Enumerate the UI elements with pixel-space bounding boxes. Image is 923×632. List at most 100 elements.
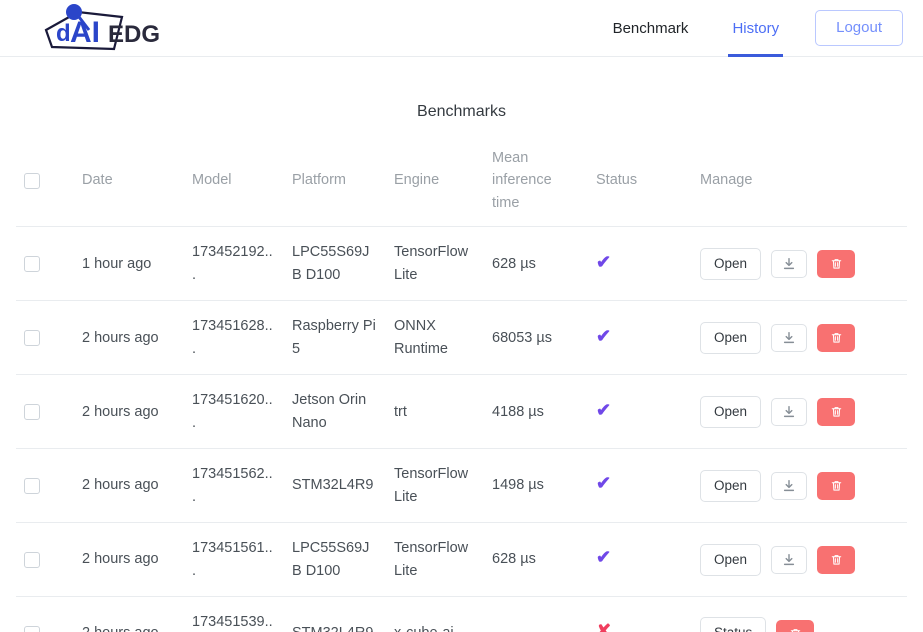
delete-button[interactable]: [817, 471, 856, 500]
cell-engine: trt: [386, 374, 484, 450]
cell-manage: Open: [692, 522, 907, 598]
nav-links: Benchmark History Logout: [591, 0, 909, 57]
status-success-icon: ✔: [596, 399, 612, 420]
cell-status: ✔: [588, 374, 692, 450]
trash-icon: [789, 627, 802, 632]
row-select-cell: [16, 596, 74, 632]
delete-button[interactable]: [817, 545, 856, 574]
cell-status: ✔: [588, 522, 692, 598]
manage-actions: Status: [700, 617, 899, 632]
download-button[interactable]: [771, 397, 808, 426]
delete-button[interactable]: [776, 619, 815, 632]
manage-actions: Open: [700, 543, 899, 576]
open-button[interactable]: Open: [700, 543, 762, 576]
open-button[interactable]: Open: [700, 395, 762, 428]
cell-model: 173452192...: [184, 226, 284, 302]
row-select-cell: [16, 300, 74, 376]
table-row: 2 hours ago173451539...STM32L4R9x-cube-a…: [16, 596, 907, 632]
cell-status: ✘: [588, 596, 692, 632]
table-body: 1 hour ago 173452192... LPC55S69JB D100 Ten…: [16, 226, 907, 632]
cell-model: 173451628...: [184, 300, 284, 376]
cell-model: 173451620...: [184, 374, 284, 450]
column-header-status: Status: [588, 137, 692, 228]
row-select-cell: [16, 374, 74, 450]
delete-button[interactable]: [817, 323, 856, 352]
row-checkbox[interactable]: [24, 551, 40, 568]
table-header: Date Model Platform Engine Mean inferenc…: [16, 137, 907, 228]
manage-actions: Open: [700, 395, 899, 428]
cell-mean-inference-time: 628 µs: [484, 226, 588, 302]
cell-platform: LPC55S69JB D100: [284, 226, 386, 302]
manage-actions: Open: [700, 469, 899, 502]
download-button[interactable]: [771, 471, 808, 500]
svg-text:EDGE: EDGE: [108, 21, 159, 48]
table-row: 1 hour ago 173452192... LPC55S69JB D100 Ten…: [16, 226, 907, 302]
open-button[interactable]: Open: [700, 469, 762, 502]
status-failure-icon: ✘: [596, 621, 612, 632]
cell-date: 2 hours ago: [74, 596, 184, 632]
delete-button[interactable]: [817, 397, 856, 426]
cell-manage: Open: [692, 226, 907, 302]
table-row: 2 hours ago 173451628... Raspberry Pi 5 ONN…: [16, 300, 907, 376]
cell-model: 173451539...: [184, 596, 284, 632]
row-checkbox[interactable]: [24, 477, 40, 494]
status-success-icon: ✔: [596, 325, 612, 346]
column-header-model: Model: [184, 137, 284, 228]
download-icon: [782, 405, 796, 419]
open-button[interactable]: Open: [700, 247, 762, 280]
table-row: 2 hours ago 173451561... LPC55S69JB D100 Te…: [16, 522, 907, 598]
cell-mean-inference-time: 68053 µs: [484, 300, 588, 376]
cell-mean-inference-time: 628 µs: [484, 522, 588, 598]
trash-icon: [830, 405, 843, 419]
svg-text:AI: AI: [70, 16, 100, 49]
download-button[interactable]: [771, 545, 808, 574]
cell-mean-inference-time: 4188 µs: [484, 374, 588, 450]
trash-icon: [830, 257, 843, 271]
column-header-mean-inference-time: Mean inference time: [484, 137, 588, 228]
brand-logo[interactable]: d AI EDGE: [34, 0, 159, 57]
download-button[interactable]: [771, 249, 808, 278]
nav-item-history[interactable]: History: [710, 0, 801, 57]
cell-model: 173451561...: [184, 522, 284, 598]
page-title: Benchmarks: [417, 103, 506, 120]
column-header-manage: Manage: [692, 137, 907, 228]
cell-date: 2 hours ago: [74, 522, 184, 598]
cell-engine: TensorFlow Lite: [386, 226, 484, 302]
row-checkbox[interactable]: [24, 255, 40, 272]
manage-actions: Open: [700, 321, 899, 354]
cell-platform: Raspberry Pi 5: [284, 300, 386, 376]
manage-actions: Open: [700, 247, 899, 280]
row-checkbox[interactable]: [24, 329, 40, 346]
select-all-checkbox[interactable]: [24, 172, 40, 189]
download-icon: [782, 257, 796, 271]
status-button[interactable]: Status: [700, 617, 767, 632]
status-success-icon: ✔: [596, 547, 612, 568]
cell-platform: Jetson Orin Nano: [284, 374, 386, 450]
cell-engine: TensorFlow Lite: [386, 522, 484, 598]
daiedge-logo-icon: d AI EDGE: [44, 4, 159, 51]
row-select-cell: [16, 522, 74, 598]
cell-mean-inference-time: 1498 µs: [484, 448, 588, 524]
download-button[interactable]: [771, 323, 808, 352]
row-checkbox[interactable]: [24, 625, 40, 632]
cell-date: 1 hour ago: [74, 226, 184, 302]
cell-status: ✔: [588, 300, 692, 376]
cell-manage: Open: [692, 374, 907, 450]
delete-button[interactable]: [817, 249, 856, 278]
row-checkbox[interactable]: [24, 403, 40, 420]
column-header-date: Date: [74, 137, 184, 228]
column-header-engine: Engine: [386, 137, 484, 228]
cell-status: ✔: [588, 226, 692, 302]
row-select-cell: [16, 448, 74, 524]
cell-platform: STM32L4R9: [284, 596, 386, 632]
cell-platform: LPC55S69JB D100: [284, 522, 386, 598]
open-button[interactable]: Open: [700, 321, 762, 354]
table-row: 2 hours ago 173451562... STM32L4R9 TensorFl…: [16, 448, 907, 524]
cell-model: 173451562...: [184, 448, 284, 524]
logout-button[interactable]: Logout: [815, 10, 903, 46]
status-success-icon: ✔: [596, 473, 612, 494]
nav-item-benchmark[interactable]: Benchmark: [591, 0, 711, 56]
download-icon: [782, 331, 796, 345]
cell-date: 2 hours ago: [74, 448, 184, 524]
cell-engine: ONNX Runtime: [386, 300, 484, 376]
